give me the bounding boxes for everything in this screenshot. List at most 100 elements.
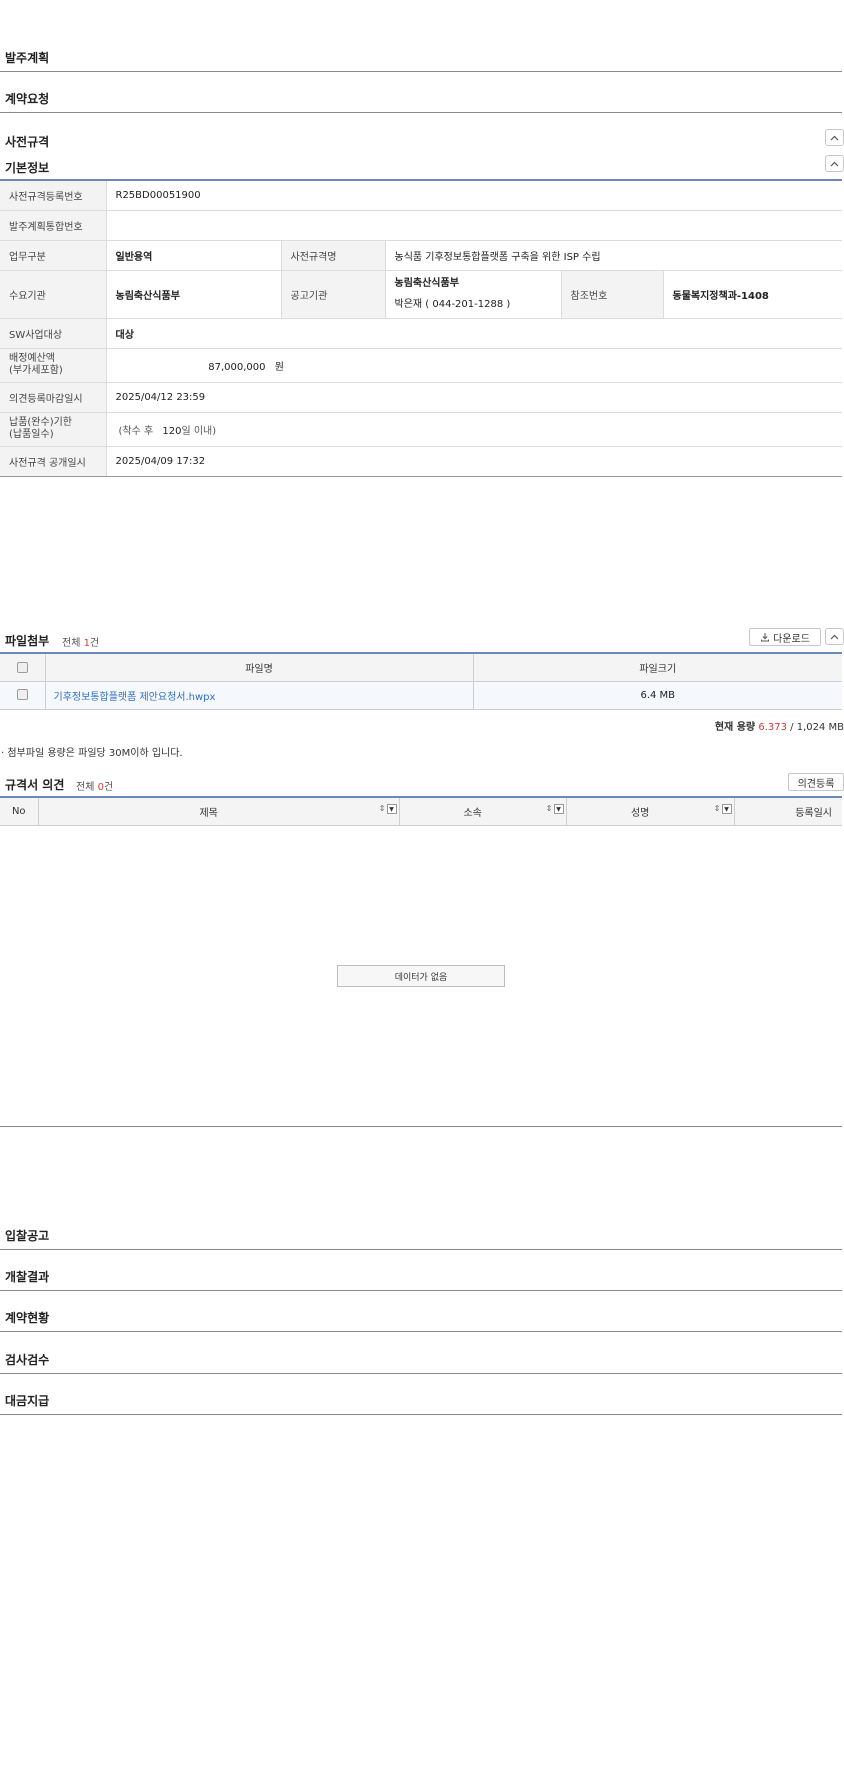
col-title-cell: 제목 ⇕ ▼	[38, 797, 400, 826]
notice-org-value: 농림축산식품부	[394, 278, 459, 289]
section-contract-request[interactable]: 계약요청	[0, 82, 842, 113]
open-date-value: 2025/04/09 17:32	[106, 446, 843, 477]
section-order-plan[interactable]: 발주계획	[0, 41, 842, 72]
section-title: 발주계획	[5, 51, 50, 65]
delivery-suffix: 일 이내)	[181, 425, 217, 437]
delivery-days: 120	[162, 425, 182, 437]
section-title: 계약요청	[5, 92, 50, 106]
file-link[interactable]: 기후정보통합플랫폼 제안요청서.hwpx	[46, 692, 216, 703]
download-label: 다운로드	[773, 633, 810, 645]
collapse-attachments-button[interactable]	[825, 628, 844, 645]
demand-org-label: 수요기관	[0, 270, 107, 319]
opinions-count: 전체 0건	[76, 778, 113, 793]
section-inspection[interactable]: 검사검수	[0, 1343, 842, 1374]
dropdown-icon: ▼	[721, 803, 732, 814]
section-title: 검사검수	[5, 1353, 50, 1367]
dropdown-icon: ▼	[553, 803, 564, 814]
row-comment-deadline: 의견등록마감일시 2025/04/12 23:59	[0, 382, 843, 413]
col-no: No	[0, 797, 39, 826]
biz-type-label: 업무구분	[0, 240, 107, 271]
sort-name-control[interactable]: ⇕ ▼	[713, 803, 732, 814]
delivery-label-line1: 납품(완수)기한	[9, 417, 73, 428]
notice-org-label: 공고기관	[280, 270, 386, 319]
collapse-basic-info-button[interactable]	[825, 155, 844, 172]
row-biz-type: 업무구분 일반용역 사전규격명 농식품 기후정보통합플랫폼 구축을 위한 ISP…	[0, 240, 843, 271]
budget-value-cell: 87,000,000 원	[106, 348, 843, 383]
section-title: 사전규격	[5, 135, 50, 149]
count-prefix: 전체	[62, 638, 84, 649]
chevron-up-icon	[830, 135, 839, 140]
col-affiliation: 소속	[463, 807, 482, 819]
ref-no-value: 동물복지정책과-1408	[663, 270, 843, 319]
usage-label: 현재 용량	[714, 722, 756, 733]
budget-label-line1: 배정예산액	[9, 353, 55, 364]
file-name-cell: 기후정보통합플랫폼 제안요청서.hwpx	[45, 681, 474, 710]
notice-org-cell: 농림축산식품부 박은재 ( 044-201-1288 )	[385, 270, 561, 319]
section-contract-status[interactable]: 계약현황	[0, 1301, 842, 1332]
file-size: 6.4 MB	[473, 681, 842, 710]
chevron-up-icon	[830, 161, 839, 166]
biz-type-value: 일반용역	[106, 240, 281, 271]
delivery-label-line2: (납품일수)	[9, 429, 54, 440]
row-checkbox[interactable]	[16, 689, 28, 701]
delivery-label: 납품(완수)기한 (납품일수)	[0, 412, 107, 447]
demand-org-value: 농림축산식품부	[106, 270, 281, 319]
section-opening-result[interactable]: 개찰결과	[0, 1260, 842, 1291]
select-all-cell	[0, 653, 46, 682]
sort-arrows-icon: ⇕	[378, 804, 386, 814]
section-title: 입찰공고	[5, 1229, 50, 1243]
dropdown-icon: ▼	[386, 803, 397, 814]
row-check-cell	[0, 681, 46, 710]
download-button[interactable]: 다운로드	[749, 628, 821, 646]
reg-no-value: R25BD00051900	[106, 180, 843, 211]
budget-amount: 87,000,000	[208, 361, 266, 373]
row-orgs: 수요기관 농림축산식품부 공고기관 농림축산식품부 박은재 ( 044-201-…	[0, 270, 843, 319]
col-affiliation-cell: 소속 ⇕ ▼	[399, 797, 567, 826]
count-suffix: 건	[89, 638, 100, 649]
attachments-title: 파일첨부	[5, 634, 50, 648]
attachments-count: 전체 1건	[62, 634, 99, 649]
select-all-checkbox[interactable]	[16, 661, 28, 673]
plan-no-value	[106, 210, 843, 241]
delivery-prefix: (착수 후	[118, 425, 154, 437]
sw-label: SW사업대상	[0, 318, 107, 349]
sort-arrows-icon: ⇕	[545, 804, 553, 814]
section-title: 개찰결과	[5, 1270, 50, 1284]
attachment-note: · 첨부파일 용량은 파일당 30M이하 입니다.	[1, 748, 183, 759]
sw-value: 대상	[106, 318, 843, 349]
section-title: 대금지급	[5, 1394, 50, 1408]
open-date-label: 사전규격 공개일시	[0, 446, 107, 477]
row-budget: 배정예산액 (부가세포함) 87,000,000 원	[0, 348, 843, 383]
opinions-table: No 제목 ⇕ ▼ 소속 ⇕ ▼ 성명 ⇕ ▼ 등록일시	[0, 796, 842, 826]
spec-name-value: 농식품 기후정보통합플랫폼 구축을 위한 ISP 수립	[385, 240, 843, 271]
sort-title-control[interactable]: ⇕ ▼	[378, 803, 397, 814]
budget-unit: 원	[274, 361, 284, 373]
plan-no-label: 발주계획통합번호	[0, 210, 107, 241]
col-name-cell: 성명 ⇕ ▼	[566, 797, 735, 826]
row-plan-no: 발주계획통합번호	[0, 210, 843, 241]
register-opinion-button[interactable]: 의견등록	[788, 773, 844, 791]
delivery-value-cell: (착수 후 120일 이내)	[106, 412, 843, 447]
row-delivery: 납품(완수)기한 (납품일수) (착수 후 120일 이내)	[0, 412, 843, 447]
budget-label-line2: (부가세포함)	[9, 365, 63, 376]
register-opinion-label: 의견등록	[797, 778, 835, 790]
sort-arrows-icon: ⇕	[713, 804, 721, 814]
reg-no-label: 사전규격등록번호	[0, 180, 107, 211]
section-bid-notice[interactable]: 입찰공고	[0, 1219, 842, 1250]
ref-no-label: 참조번호	[560, 270, 664, 319]
empty-message: 데이터가 없음	[337, 965, 505, 987]
row-sw: SW사업대상 대상	[0, 318, 843, 349]
section-title: 계약현황	[5, 1311, 50, 1325]
col-file-name: 파일명	[45, 653, 474, 682]
sort-affiliation-control[interactable]: ⇕ ▼	[545, 803, 564, 814]
col-file-size: 파일크기	[473, 653, 842, 682]
count-prefix: 전체	[76, 782, 98, 793]
section-payment[interactable]: 대금지급	[0, 1384, 842, 1415]
basic-info-table: 사전규격등록번호 R25BD00051900 발주계획통합번호 업무구분 일반용…	[0, 179, 843, 477]
row-open-date: 사전규격 공개일시 2025/04/09 17:32	[0, 446, 843, 477]
collapse-pre-spec-button[interactable]	[825, 129, 844, 146]
basic-info-title: 기본정보	[5, 161, 50, 175]
table-row: 기후정보통합플랫폼 제안요청서.hwpx 6.4 MB	[0, 681, 842, 710]
comment-deadline-value: 2025/04/12 23:59	[106, 382, 843, 413]
comment-deadline-label: 의견등록마감일시	[0, 382, 107, 413]
